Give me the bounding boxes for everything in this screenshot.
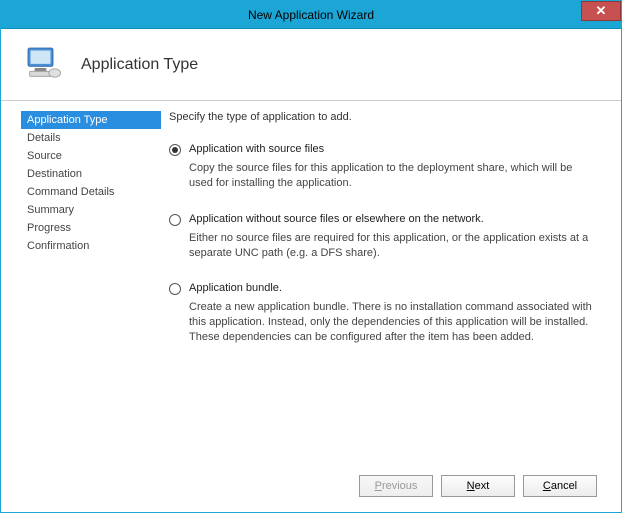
main-panel: Specify the type of application to add. … (161, 101, 621, 461)
wizard-header: Application Type (1, 29, 621, 101)
option-description: Either no source files are required for … (189, 231, 597, 261)
radio-without-source[interactable] (169, 214, 181, 226)
sidebar-item-destination[interactable]: Destination (21, 165, 161, 183)
previous-button: Previous (359, 475, 433, 497)
cancel-button[interactable]: Cancel (523, 475, 597, 497)
close-icon: ✕ (596, 3, 607, 19)
option-label: Application without source files or else… (189, 213, 597, 225)
computer-icon (23, 43, 63, 86)
sidebar-item-command-details[interactable]: Command Details (21, 183, 161, 201)
option-bundle[interactable]: Application bundle. Create a new applica… (169, 282, 597, 345)
wizard-body: Application Type Details Source Destinat… (1, 101, 621, 461)
next-button[interactable]: Next (441, 475, 515, 497)
option-with-source[interactable]: Application with source files Copy the s… (169, 143, 597, 191)
close-button[interactable]: ✕ (581, 1, 621, 21)
option-label: Application with source files (189, 143, 597, 155)
sidebar-item-application-type[interactable]: Application Type (21, 111, 161, 129)
option-description: Copy the source files for this applicati… (189, 161, 597, 191)
option-without-source[interactable]: Application without source files or else… (169, 213, 597, 261)
sidebar-item-confirmation[interactable]: Confirmation (21, 237, 161, 255)
instruction-text: Specify the type of application to add. (169, 111, 597, 123)
wizard-footer: Previous Next Cancel (1, 461, 621, 511)
titlebar: New Application Wizard ✕ (1, 1, 621, 29)
sidebar-item-summary[interactable]: Summary (21, 201, 161, 219)
page-title: Application Type (81, 56, 198, 74)
sidebar-item-source[interactable]: Source (21, 147, 161, 165)
radio-bundle[interactable] (169, 283, 181, 295)
option-label: Application bundle. (189, 282, 597, 294)
steps-sidebar: Application Type Details Source Destinat… (1, 101, 161, 461)
sidebar-item-progress[interactable]: Progress (21, 219, 161, 237)
option-description: Create a new application bundle. There i… (189, 300, 597, 345)
window-title: New Application Wizard (248, 8, 374, 22)
sidebar-item-details[interactable]: Details (21, 129, 161, 147)
radio-with-source[interactable] (169, 144, 181, 156)
